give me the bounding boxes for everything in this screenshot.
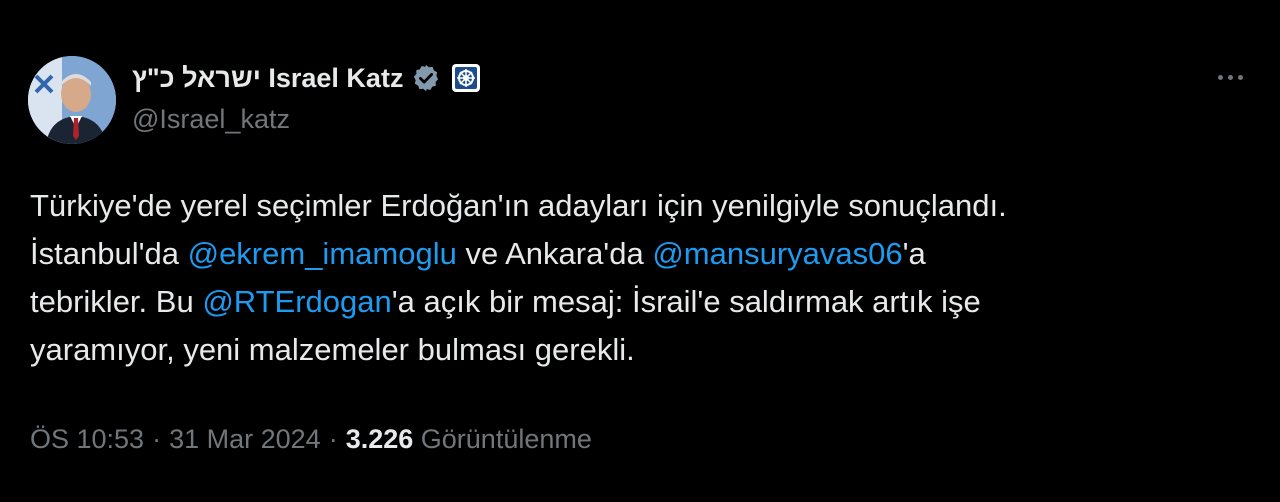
- tweet-line-4: yaramıyor, yeni malzemeler bulması gerek…: [30, 332, 635, 367]
- mention-ekrem-imamoglu[interactable]: @ekrem_imamoglu: [188, 236, 457, 271]
- tweet-date[interactable]: 31 Mar 2024: [169, 424, 321, 454]
- verified-badge-icon: [411, 63, 441, 93]
- mention-rterdogan[interactable]: @RTErdogan: [202, 284, 391, 319]
- tweet-text: Türkiye'de yerel seçimler Erdoğan'ın ada…: [30, 182, 1240, 374]
- tweet-meta: ÖS 10:53 · 31 Mar 2024 · 3.226 Görüntülenme: [30, 424, 592, 455]
- tweet-line-3-part-b: 'a açık bir mesaj: İsrail'e saldırmak ar…: [391, 284, 981, 319]
- tweet-card: ישראל כ"ץ Israel Katz @Israel_katz Türki…: [0, 0, 1280, 502]
- author-display-name[interactable]: ישראל כ"ץ Israel Katz: [132, 63, 403, 94]
- more-dot-icon: [1227, 74, 1233, 80]
- government-affiliation-icon[interactable]: [451, 63, 481, 93]
- mention-mansuryavas06[interactable]: @mansuryavas06: [652, 236, 902, 271]
- tweet-line-2-part-c: 'a: [902, 236, 926, 271]
- tweet-line-2-part-a: İstanbul'da: [30, 236, 188, 271]
- tweet-line-3-part-a: tebrikler. Bu: [30, 284, 203, 319]
- tweet-time[interactable]: ÖS 10:53: [30, 424, 144, 454]
- tweet-line-2-part-b: ve Ankara'da: [456, 236, 653, 271]
- more-dot-icon: [1217, 74, 1223, 80]
- author-handle[interactable]: @Israel_katz: [132, 104, 481, 135]
- tweet-header: ישראל כ"ץ Israel Katz @Israel_katz: [132, 58, 481, 148]
- avatar-photo-icon: [28, 56, 116, 144]
- author-name-row: ישראל כ"ץ Israel Katz: [132, 58, 481, 98]
- meta-separator: ·: [152, 424, 162, 454]
- more-dot-icon: [1237, 74, 1243, 80]
- views-count[interactable]: 3.226: [346, 424, 414, 454]
- views-label: Görüntülenme: [420, 424, 592, 454]
- more-options-button[interactable]: [1210, 62, 1250, 92]
- tweet-line-1: Türkiye'de yerel seçimler Erdoğan'ın ada…: [30, 188, 1007, 223]
- meta-separator: ·: [328, 424, 338, 454]
- avatar[interactable]: [28, 56, 116, 144]
